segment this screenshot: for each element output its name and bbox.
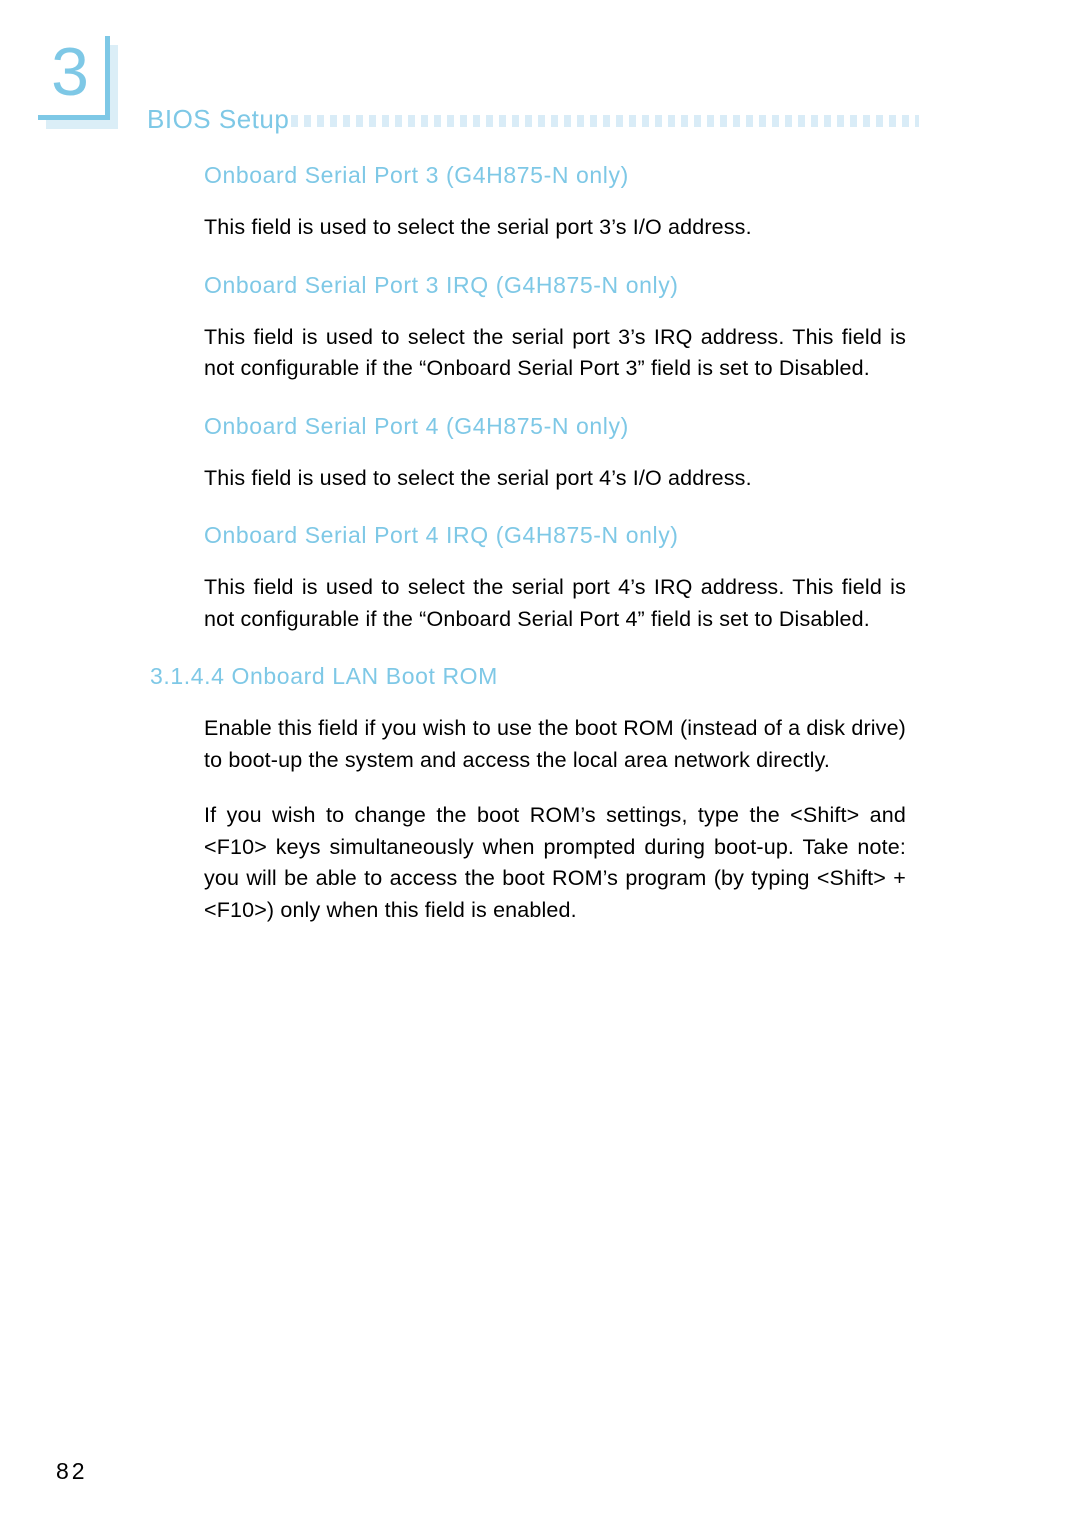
chapter-number-plate: 3 — [38, 34, 118, 129]
body-paragraph: Enable this field if you wish to use the… — [204, 716, 906, 772]
page-content: Onboard Serial Port 3 (G4H875-N only) Th… — [150, 160, 906, 926]
page-number: 82 — [56, 1458, 88, 1484]
body-paragraph: This field is used to select the serial … — [204, 465, 752, 490]
body-paragraph: This field is used to select the serial … — [204, 575, 906, 631]
section-heading-onboard-lan-boot-rom: 3.1.4.4 Onboard LAN Boot ROM — [150, 663, 498, 689]
document-page: 3 BIOS Setup Onboard Serial Port 3 (G4H8… — [0, 0, 1080, 1529]
field-heading-onboard-serial-port-4-irq: Onboard Serial Port 4 IRQ (G4H875-N only… — [204, 522, 679, 548]
dotted-square-rule-icon — [291, 115, 919, 127]
field-heading-onboard-serial-port-4: Onboard Serial Port 4 (G4H875-N only) — [204, 412, 629, 439]
field-heading-onboard-serial-port-3: Onboard Serial Port 3 (G4H875-N only) — [204, 162, 629, 188]
field-heading-onboard-serial-port-3-irq: Onboard Serial Port 3 IRQ (G4H875-N only… — [204, 271, 679, 298]
body-paragraph: If you wish to change the boot ROM’s set… — [204, 803, 906, 922]
body-paragraph: This field is used to select the serial … — [204, 215, 752, 239]
header-title: BIOS Setup — [147, 104, 290, 134]
chapter-number: 3 — [51, 34, 89, 110]
body-paragraph: This field is used to select the serial … — [204, 324, 906, 381]
page-header: 3 BIOS Setup — [0, 0, 1080, 160]
